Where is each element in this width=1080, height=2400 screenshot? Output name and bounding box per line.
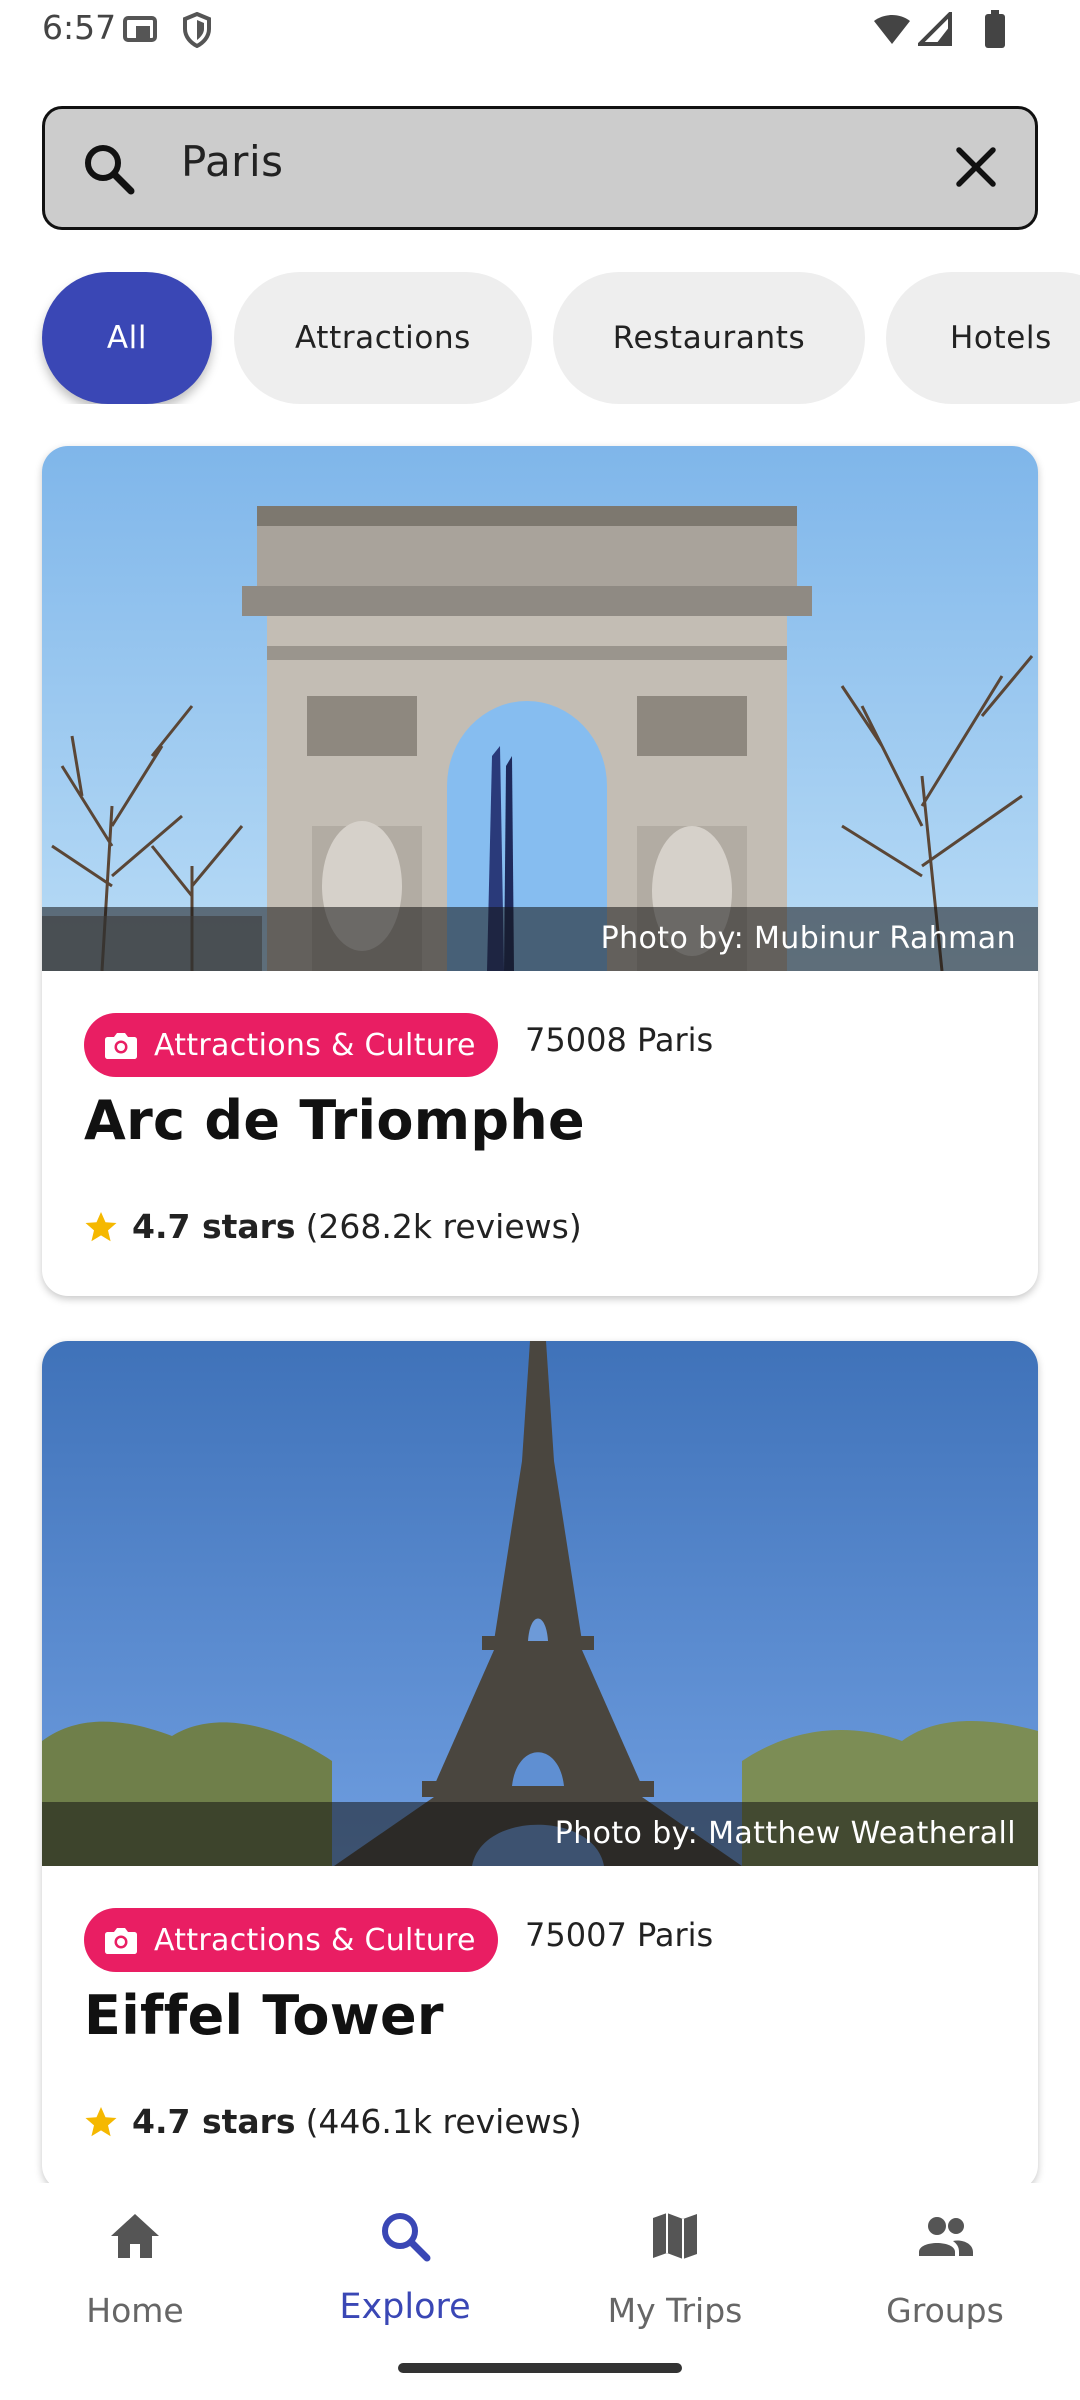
card-body: Attractions & Culture 75008 Paris Arc de…: [42, 971, 1038, 1296]
nav-explore[interactable]: Explore: [270, 2183, 540, 2333]
nav-label: Groups: [886, 2291, 1004, 2330]
star-icon: [84, 1210, 118, 1244]
chip-attractions[interactable]: Attractions: [234, 272, 532, 404]
cast-icon: [122, 14, 160, 50]
postal-code: 75008 Paris: [525, 1021, 714, 1059]
signal-icon: [915, 9, 952, 50]
rating: 4.7 stars (268.2k reviews): [84, 1207, 582, 1246]
category-badge: Attractions & Culture: [84, 1908, 498, 1972]
groups-icon: [915, 2206, 975, 2270]
nav-label: Home: [86, 2291, 184, 2330]
category-label: Attractions & Culture: [154, 1027, 476, 1063]
star-icon: [84, 2105, 118, 2139]
place-card[interactable]: Photo by: Mubinur Rahman Attractions & C…: [42, 446, 1038, 1296]
status-time: 6:57: [42, 8, 117, 47]
status-bar: 6:57: [0, 0, 1080, 62]
chip-label: All: [106, 320, 148, 356]
rating: 4.7 stars (446.1k reviews): [84, 2102, 582, 2141]
card-body: Attractions & Culture 75007 Paris Eiffel…: [42, 1866, 1038, 2191]
camera-icon: [104, 1925, 138, 1955]
photo-credit: Photo by: Mubinur Rahman: [42, 907, 1038, 971]
search-icon: [81, 141, 137, 201]
chip-restaurants[interactable]: Restaurants: [553, 272, 865, 404]
wifi-icon: [872, 12, 912, 50]
place-photo: Photo by: Matthew Weatherall: [42, 1341, 1038, 1866]
place-title: Arc de Triomphe: [84, 1089, 585, 1152]
battery-icon: [984, 10, 1006, 52]
review-count: (446.1k reviews): [305, 2102, 582, 2141]
postal-code: 75007 Paris: [525, 1916, 714, 1954]
nav-groups[interactable]: Groups: [810, 2183, 1080, 2333]
nav-home[interactable]: Home: [0, 2183, 270, 2333]
nav-my-trips[interactable]: My Trips: [540, 2183, 810, 2333]
close-icon[interactable]: [953, 144, 999, 194]
place-photo: Photo by: Mubinur Rahman: [42, 446, 1038, 971]
search-bar[interactable]: Paris: [42, 106, 1038, 230]
camera-icon: [104, 1030, 138, 1060]
nav-label: My Trips: [607, 2291, 743, 2330]
search-input[interactable]: Paris: [181, 137, 284, 186]
review-count: (268.2k reviews): [305, 1207, 582, 1246]
home-icon: [105, 2206, 165, 2270]
search-icon: [375, 2206, 435, 2270]
place-card[interactable]: Photo by: Matthew Weatherall Attractions…: [42, 1341, 1038, 2191]
chip-label: Attractions: [295, 320, 471, 356]
nav-label: Explore: [339, 2287, 471, 2327]
rating-value: 4.7 stars: [132, 1207, 296, 1246]
category-badge: Attractions & Culture: [84, 1013, 498, 1077]
chip-hotels[interactable]: Hotels: [886, 272, 1080, 404]
chip-all[interactable]: All: [42, 272, 212, 404]
category-label: Attractions & Culture: [154, 1922, 476, 1958]
shield-icon: [182, 11, 212, 52]
gesture-bar[interactable]: [398, 2363, 682, 2373]
filter-chips: All Attractions Restaurants Hotels: [0, 272, 1080, 404]
rating-value: 4.7 stars: [132, 2102, 296, 2141]
chip-label: Hotels: [950, 320, 1052, 356]
chip-label: Restaurants: [612, 320, 806, 356]
place-title: Eiffel Tower: [84, 1984, 444, 2047]
map-icon: [645, 2206, 705, 2270]
photo-credit: Photo by: Matthew Weatherall: [42, 1802, 1038, 1866]
